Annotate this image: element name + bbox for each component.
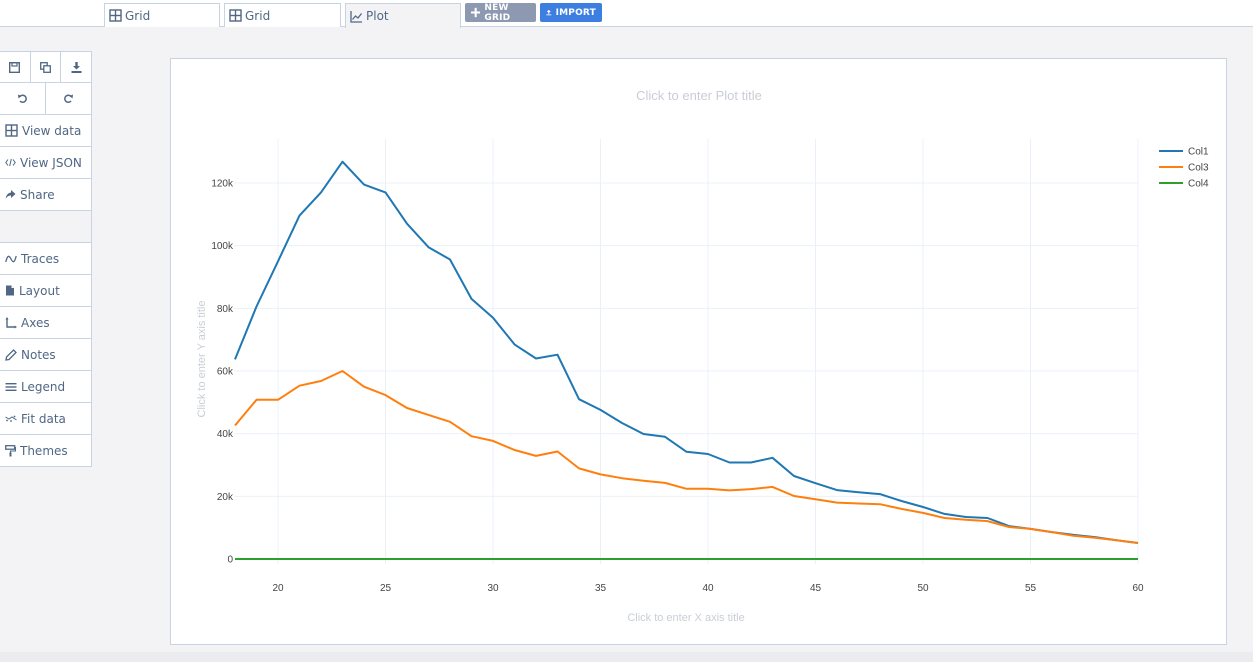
y-tick-labels: 0 20k 40k 60k 80k 100k 120k bbox=[211, 179, 234, 566]
new-grid-button[interactable]: NEW GRID bbox=[465, 2, 536, 23]
plot-panel: 20 25 30 35 40 45 50 55 60 0 20k 40k 60k 80k 100k 120k… bbox=[170, 58, 1227, 645]
x-tick-label: 30 bbox=[487, 583, 499, 594]
sidebar: View data View JSON Share Traces Layout … bbox=[0, 51, 92, 467]
save-button[interactable] bbox=[0, 52, 30, 82]
y-tick-label: 120k bbox=[211, 179, 234, 190]
plus-icon bbox=[471, 7, 481, 18]
x-axis-title[interactable]: Click to enter X axis title bbox=[627, 612, 744, 624]
x-tick-label: 60 bbox=[1132, 583, 1144, 594]
sidebar-item-label: View JSON bbox=[20, 155, 82, 170]
sidebar-item-label: Traces bbox=[21, 251, 60, 266]
import-button[interactable]: IMPORT bbox=[540, 3, 602, 22]
legend-item[interactable]: Col1 bbox=[1159, 147, 1209, 158]
y-tick-label: 20k bbox=[217, 492, 234, 503]
undo-icon bbox=[18, 94, 27, 103]
fit-icon bbox=[5, 415, 17, 422]
sidebar-item-label: Axes bbox=[21, 315, 50, 330]
legend-label: Col4 bbox=[1188, 179, 1209, 190]
code-icon bbox=[5, 158, 16, 167]
tab-grid-1[interactable]: Grid bbox=[104, 3, 220, 27]
sidebar-icon-row-1 bbox=[0, 51, 92, 83]
y-gridlines bbox=[234, 182, 1138, 497]
y-tick-label: 0 bbox=[227, 555, 233, 566]
y-axis-title[interactable]: Click to enter Y axis title bbox=[196, 301, 208, 418]
legend-item[interactable]: Col4 bbox=[1159, 179, 1209, 190]
layout-icon bbox=[6, 285, 14, 296]
sidebar-icon-row-2 bbox=[0, 83, 92, 115]
download-button[interactable] bbox=[60, 52, 91, 82]
series-lines bbox=[234, 160, 1139, 560]
x-tick-label: 35 bbox=[595, 583, 607, 594]
sidebar-item-axes[interactable]: Axes bbox=[0, 307, 92, 339]
sidebar-spacer bbox=[0, 211, 92, 243]
sidebar-item-notes[interactable]: Notes bbox=[0, 339, 92, 371]
axes-icon bbox=[5, 316, 17, 328]
y-tick-label: 80k bbox=[217, 304, 234, 315]
tab-grid-2[interactable]: Grid bbox=[224, 3, 341, 27]
sidebar-item-share[interactable]: Share bbox=[0, 179, 92, 211]
undo-button[interactable] bbox=[0, 83, 45, 114]
duplicate-button[interactable] bbox=[29, 52, 61, 82]
bottom-strip bbox=[0, 652, 1253, 662]
sidebar-item-legend[interactable]: Legend bbox=[0, 371, 92, 403]
tab-label: Grid bbox=[125, 8, 151, 23]
x-tick-labels: 20 25 30 35 40 45 50 55 60 bbox=[272, 583, 1144, 594]
download-icon bbox=[71, 61, 82, 73]
sidebar-item-label: View data bbox=[22, 123, 82, 138]
redo-button[interactable] bbox=[45, 83, 91, 114]
top-tab-bar: Grid Grid Plot NEW GRID IMPORT bbox=[0, 0, 1253, 28]
grid-icon bbox=[109, 9, 122, 22]
sidebar-item-themes[interactable]: Themes bbox=[0, 435, 92, 467]
x-tick-label: 45 bbox=[810, 583, 822, 594]
x-tick-label: 50 bbox=[917, 583, 929, 594]
y-tick-label: 40k bbox=[217, 429, 234, 440]
sidebar-item-view-json[interactable]: View JSON bbox=[0, 147, 92, 179]
share-icon bbox=[5, 190, 16, 199]
sidebar-item-layout[interactable]: Layout bbox=[0, 275, 92, 307]
legend-icon bbox=[5, 382, 17, 391]
line-chart-icon bbox=[350, 10, 363, 23]
paint-roller-icon bbox=[5, 444, 16, 456]
new-grid-label: NEW GRID bbox=[484, 2, 511, 23]
sidebar-item-view-data[interactable]: View data bbox=[0, 115, 92, 147]
legend-item[interactable]: Col3 bbox=[1159, 163, 1209, 174]
save-icon bbox=[9, 61, 21, 73]
sidebar-item-traces[interactable]: Traces bbox=[0, 243, 92, 275]
tab-label: Grid bbox=[245, 8, 271, 23]
x-tick-label: 20 bbox=[272, 583, 284, 594]
sidebar-item-fit-data[interactable]: Fit data bbox=[0, 403, 92, 435]
traces-icon bbox=[5, 255, 17, 262]
duplicate-icon bbox=[40, 61, 51, 73]
plot-title[interactable]: Click to enter Plot title bbox=[636, 88, 762, 103]
upload-icon bbox=[546, 9, 552, 16]
series-line-col1 bbox=[234, 160, 1139, 544]
x-tick-label: 40 bbox=[702, 583, 714, 594]
grid-icon bbox=[5, 124, 18, 137]
x-gridlines bbox=[277, 139, 1139, 564]
sidebar-item-label: Layout bbox=[19, 283, 60, 298]
legend-label: Col1 bbox=[1188, 147, 1209, 158]
y-tick-label: 100k bbox=[211, 241, 234, 252]
sidebar-item-label: Themes bbox=[20, 443, 68, 458]
grid-icon bbox=[229, 9, 242, 22]
import-label: IMPORT bbox=[555, 7, 596, 18]
tab-plot[interactable]: Plot bbox=[345, 3, 461, 28]
line-chart: 20 25 30 35 40 45 50 55 60 0 20k 40k 60k 80k 100k 120k… bbox=[196, 88, 1209, 624]
legend-label: Col3 bbox=[1188, 163, 1209, 174]
x-tick-label: 55 bbox=[1025, 583, 1037, 594]
sidebar-item-label: Share bbox=[20, 187, 55, 202]
redo-icon bbox=[64, 94, 73, 103]
x-tick-label: 25 bbox=[380, 583, 392, 594]
series-line-col3 bbox=[234, 370, 1139, 544]
legend: Col1 Col3 Col4 bbox=[1159, 147, 1209, 190]
sidebar-item-label: Fit data bbox=[21, 411, 66, 426]
sidebar-item-label: Notes bbox=[21, 347, 56, 362]
sidebar-item-label: Legend bbox=[21, 379, 66, 394]
tab-label: Plot bbox=[366, 9, 389, 23]
pencil-icon bbox=[5, 348, 17, 361]
y-tick-label: 60k bbox=[217, 367, 234, 378]
